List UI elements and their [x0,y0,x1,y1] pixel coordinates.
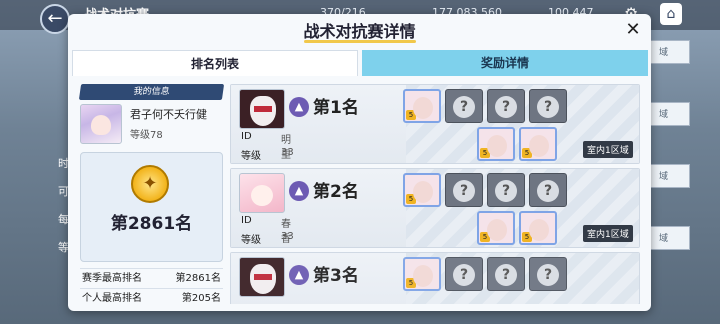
my-rank-box: ✦ 第2861名 [80,152,223,262]
ranking-list[interactable]: ▲ 第1名 ID 明里 等级 33 5 ? ? ? 5 5 室内1区域 ▲ 第2名 … [230,84,640,304]
empty-slot[interactable]: ? [529,89,567,123]
unit-level-badge: 5 [480,148,490,158]
ranking-card[interactable]: ▲ 第3名 5 ? ? ? [230,252,640,304]
rank-emblem-icon: ▲ [289,97,309,117]
unit-level-badge: 5 [480,232,490,242]
tab-reward-details[interactable]: 奖励详情 [362,50,648,76]
avatar [239,89,285,129]
close-icon[interactable]: ✕ [624,21,642,39]
unit-slot[interactable]: 5 [477,211,515,245]
my-info-panel: 我的信息 君子何不夭行健 等级78 ✦ 第2861名 赛季最高排名 第2861名… [78,84,225,304]
player-level: 33 [281,231,294,242]
avatar [80,104,122,144]
player-row: 君子何不夭行健 等级78 [80,102,223,146]
personal-best-label: 个人最高排名 [82,293,142,304]
empty-slot[interactable]: ? [529,257,567,291]
empty-slot[interactable]: ? [445,257,483,291]
empty-slot[interactable]: ? [487,89,525,123]
tab-bar: 排名列表 奖励详情 [72,50,648,76]
rank-label: 第2名 [313,182,359,202]
ranking-card[interactable]: ▲ 第2名 ID 春香 等级 33 5 ? ? ? 5 5 室内1区域 [230,168,640,248]
unit-slot[interactable]: 5 [519,211,557,245]
details-dialog: 战术对抗赛详情 ✕ 排名列表 奖励详情 我的信息 君子何不夭行健 等级78 ✦ … [68,14,651,311]
empty-slot[interactable]: ? [487,257,525,291]
question-mark-icon: ? [537,96,559,118]
my-rank: 第2861名 [110,214,193,234]
unit-slot[interactable]: 5 [403,257,441,291]
season-best-label: 赛季最高排名 [82,273,142,284]
question-mark-icon: ? [537,264,559,286]
question-mark-icon: ? [495,180,517,202]
season-best-value: 第2861名 [175,273,221,284]
empty-slot[interactable]: ? [445,89,483,123]
area-tag: 室内1区域 [583,225,633,242]
avatar [239,173,285,213]
empty-slot[interactable]: ? [529,173,567,207]
unit-level-badge: 5 [406,278,416,288]
ranking-card[interactable]: ▲ 第1名 ID 明里 等级 33 5 ? ? ? 5 5 室内1区域 [230,84,640,164]
level-row: 等级 33 [241,231,294,246]
level-row: 等级 33 [241,147,294,162]
rank-label: 第3名 [313,266,359,286]
tab-ranking-list[interactable]: 排名列表 [72,50,358,76]
question-mark-icon: ? [495,96,517,118]
unit-level-badge: 5 [522,148,532,158]
background-right-panel: 域 域 域 域 [650,40,690,310]
unit-slot[interactable]: 5 [403,173,441,207]
unit-slot[interactable]: 5 [477,127,515,161]
rank-emblem-icon: ▲ [289,265,309,285]
id-row: ID 明里 [241,131,291,161]
rank-medal-icon: ✦ [131,165,169,203]
rank-label: 第1名 [313,98,359,118]
question-mark-icon: ? [537,180,559,202]
unit-level-badge: 5 [406,194,416,204]
my-info-header: 我的信息 [78,84,225,100]
player-level: 33 [281,147,294,158]
title-underline [304,40,416,43]
season-best-row: 赛季最高排名 第2861名 [80,268,223,288]
back-arrow-icon[interactable]: ← [40,4,70,34]
unit-slot[interactable]: 5 [519,127,557,161]
question-mark-icon: ? [453,96,475,118]
home-icon[interactable]: ⌂ [660,3,682,25]
question-mark-icon: ? [495,264,517,286]
unit-slot[interactable]: 5 [403,89,441,123]
personal-best-row: 个人最高排名 第205名 [80,288,223,308]
empty-slot[interactable]: ? [445,173,483,207]
question-mark-icon: ? [453,264,475,286]
question-mark-icon: ? [453,180,475,202]
area-tag: 室内1区域 [583,141,633,158]
empty-slot[interactable]: ? [487,173,525,207]
avatar [239,257,285,297]
player-name: 君子何不夭行健 [130,108,207,121]
player-level: 等级78 [130,130,163,141]
rank-emblem-icon: ▲ [289,181,309,201]
unit-level-badge: 5 [522,232,532,242]
unit-level-badge: 5 [406,110,416,120]
personal-best-value: 第205名 [181,293,221,304]
dialog-title: 战术对抗赛详情 [303,22,416,41]
id-row: ID 春香 [241,215,291,245]
